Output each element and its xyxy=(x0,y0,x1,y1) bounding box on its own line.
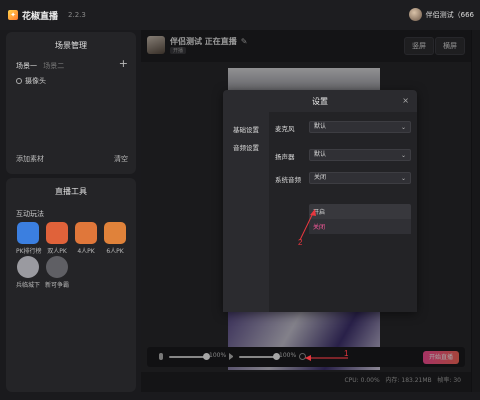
settings-sidebar: 基础设置 音频设置 xyxy=(223,112,269,312)
six-pk-icon xyxy=(104,222,126,244)
eye-icon[interactable] xyxy=(16,78,22,84)
new-battle-icon xyxy=(46,256,68,278)
tab-scene-1[interactable]: 场景一 xyxy=(16,62,37,70)
app-name: 花椒直播 xyxy=(22,11,59,22)
settings-dialog: 设置 × 基础设置 音频设置 麦克风 默认 ⌄ 扬声器 默认 ⌄ 系统音频 关闭… xyxy=(223,90,417,312)
dialog-title: 设置 xyxy=(312,97,328,106)
scene-panel: 场景管理 场景一 场景二 + 摄像头 添加素材 清空 xyxy=(6,32,136,174)
system-audio-select[interactable]: 关闭 ⌄ xyxy=(309,172,411,184)
source-item[interactable]: 摄像头 xyxy=(16,76,46,86)
four-pk-icon xyxy=(75,222,97,244)
app-logo-icon: ✦ xyxy=(8,10,18,20)
title-bar: ✦ 花椒直播 2.2.3 伴侣测试（666 xyxy=(0,0,480,30)
scene-tabs: 场景一 场景二 xyxy=(16,61,64,71)
scene-panel-title: 场景管理 xyxy=(55,41,87,50)
user-menu[interactable]: 伴侣测试（666 xyxy=(408,8,474,21)
source-label: 摄像头 xyxy=(25,77,46,85)
tools-panel-title: 直播工具 xyxy=(55,187,87,196)
option-off[interactable]: 关闭 xyxy=(313,222,325,231)
plus-icon[interactable]: + xyxy=(119,57,128,70)
pk-rank-icon xyxy=(17,222,39,244)
sidebar-item-audio[interactable]: 音频设置 xyxy=(233,142,259,152)
chevron-down-icon: ⌄ xyxy=(400,124,406,131)
microphone-label: 麦克风 xyxy=(275,125,295,133)
settings-content: 麦克风 默认 ⌄ 扬声器 默认 ⌄ 系统音频 关闭 ⌄ 开启 关闭 xyxy=(269,112,417,312)
tool-siege[interactable]: 兵临城下 xyxy=(16,256,40,289)
system-audio-dropdown: 开启 关闭 xyxy=(309,204,411,234)
tool-duo-pk[interactable]: 双人PK xyxy=(45,222,69,255)
annotation-number-2: 2 xyxy=(298,238,303,247)
microphone-select[interactable]: 默认 ⌄ xyxy=(309,121,411,133)
siege-icon xyxy=(17,256,39,278)
tools-panel: 直播工具 互动玩法 PK排行榜 双人PK 4人PK 6人PK 兵临城下 新可争霸 xyxy=(6,178,136,392)
speaker-label: 扬声器 xyxy=(275,153,295,161)
tab-scene-2[interactable]: 场景二 xyxy=(43,62,64,70)
chevron-down-icon: ⌄ xyxy=(400,175,406,182)
avatar[interactable] xyxy=(408,8,422,21)
app-version: 2.2.3 xyxy=(68,11,86,19)
clear-button[interactable]: 清空 xyxy=(114,154,128,164)
option-on[interactable]: 开启 xyxy=(313,207,325,216)
add-material-button[interactable]: 添加素材 xyxy=(16,154,44,164)
section-label: 互动玩法 xyxy=(16,210,44,218)
tool-pk-rank[interactable]: PK排行榜 xyxy=(16,222,42,255)
speaker-select[interactable]: 默认 ⌄ xyxy=(309,149,411,161)
tool-4pk[interactable]: 4人PK xyxy=(74,222,98,255)
sidebar-item-basic[interactable]: 基础设置 xyxy=(233,124,259,134)
duo-pk-icon xyxy=(46,222,68,244)
close-icon[interactable]: × xyxy=(402,96,409,105)
chevron-down-icon: ⌄ xyxy=(400,152,406,159)
annotation-number-1: 1 xyxy=(344,349,349,358)
tool-new-battle[interactable]: 新可争霸 xyxy=(45,256,69,289)
tool-6pk[interactable]: 6人PK xyxy=(103,222,127,255)
system-audio-label: 系统音频 xyxy=(275,176,301,184)
user-name: 伴侣测试（666 xyxy=(425,10,474,19)
